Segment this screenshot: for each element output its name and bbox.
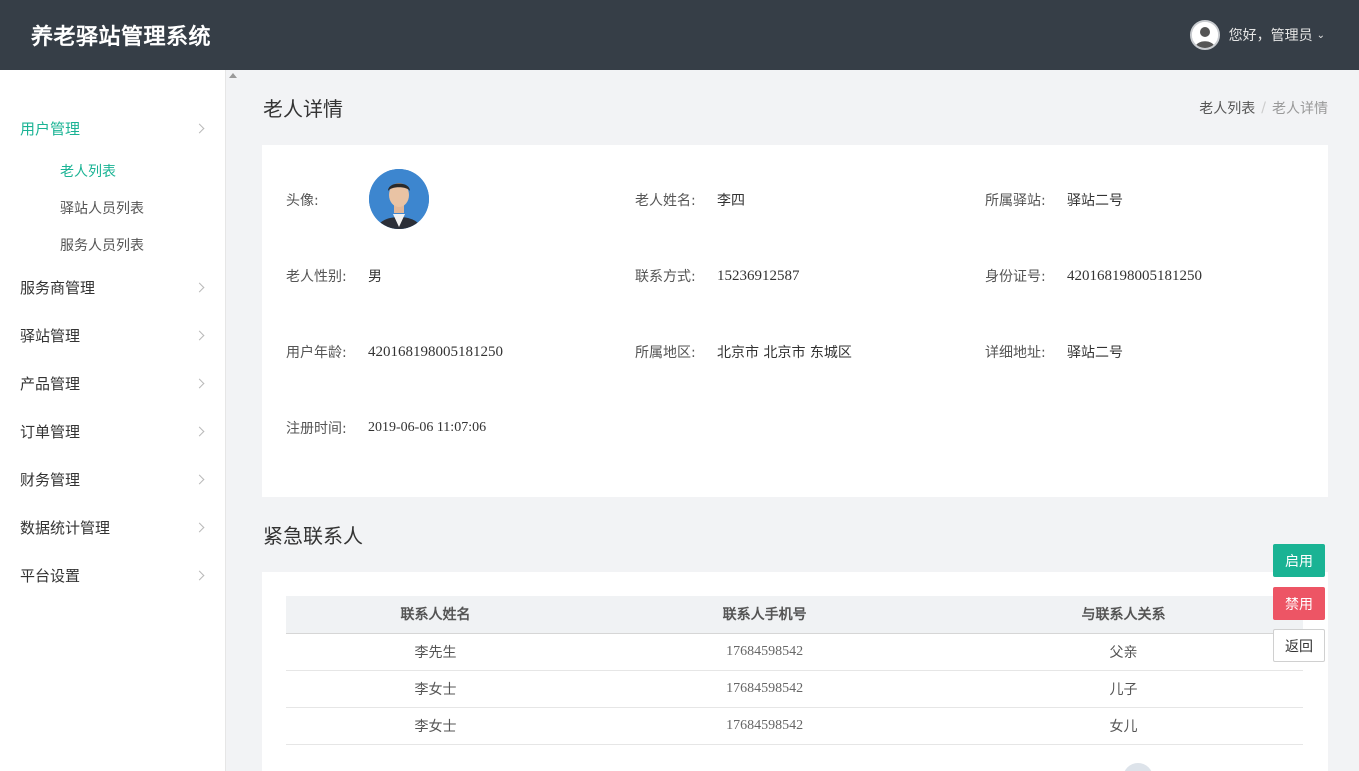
top-bar: 养老驿站管理系统 您好，管理员 ⌄ (0, 0, 1359, 70)
chevron-right-icon (194, 330, 205, 340)
phone-field: 联系方式: 15236912587 (635, 266, 800, 286)
id-number-value: 420168198005181250 (1067, 267, 1202, 284)
chevron-right-icon (194, 474, 205, 484)
gender-label: 老人性别: (286, 269, 347, 285)
sidebar: 用户管理 老人列表 驿站人员列表 服务人员列表 服务商管理 驿站管理 产品管理 … (0, 70, 226, 771)
chevron-right-icon (194, 378, 205, 388)
enable-button[interactable]: 启用 (1273, 544, 1325, 577)
column-header-contact-name: 联系人姓名 (286, 596, 586, 634)
sidebar-item-label: 数据统计管理 (20, 518, 111, 537)
contact-phone-cell: 17684598542 (585, 707, 945, 745)
elder-photo (369, 169, 429, 229)
chevron-right-icon (194, 570, 205, 580)
relationship-cell: 儿子 (944, 670, 1303, 708)
id-number-label: 身份证号: (985, 269, 1046, 285)
sidebar-item-provider-management[interactable]: 服务商管理 (20, 275, 206, 299)
contacts-card: 联系人姓名 联系人手机号 与联系人关系 李先生 17684598542 父亲 李… (262, 572, 1328, 771)
table-row: 李女士 17684598542 女儿 (286, 707, 1303, 745)
age-value: 420168198005181250 (368, 343, 503, 360)
relationship-cell: 父亲 (944, 633, 1303, 671)
disable-button[interactable]: 禁用 (1273, 587, 1325, 620)
sidebar-item-label: 用户管理 (20, 119, 81, 138)
id-number-field: 身份证号: 420168198005181250 (985, 266, 1202, 286)
table-row: 李先生 17684598542 父亲 (286, 633, 1303, 671)
table-header-row: 联系人姓名 联系人手机号 与联系人关系 (286, 596, 1303, 634)
station-label: 所属驿站: (985, 193, 1046, 209)
sidebar-subitem-service-staff-list[interactable]: 服务人员列表 (60, 235, 144, 255)
user-greeting: 您好，管理员 (1228, 28, 1313, 44)
sidebar-item-station-management[interactable]: 驿站管理 (20, 323, 206, 347)
contacts-table: 联系人姓名 联系人手机号 与联系人关系 李先生 17684598542 父亲 李… (286, 596, 1303, 745)
contact-name-cell: 李先生 (286, 633, 586, 671)
name-field: 老人姓名: 李四 (635, 190, 745, 210)
column-header-relationship: 与联系人关系 (944, 596, 1303, 634)
avatar-field: 头像: (286, 190, 319, 210)
sidebar-item-label: 平台设置 (20, 566, 81, 585)
sidebar-item-platform-settings[interactable]: 平台设置 (20, 563, 206, 587)
sidebar-item-label: 服务商管理 (20, 278, 96, 297)
breadcrumb-separator: / (1261, 100, 1266, 116)
name-label: 老人姓名: (635, 193, 696, 209)
chevron-right-icon (194, 123, 205, 133)
contact-phone-cell: 17684598542 (585, 670, 945, 708)
address-value: 驿站二号 (1067, 345, 1123, 361)
contact-name-cell: 李女士 (286, 670, 586, 708)
sidebar-item-finance-management[interactable]: 财务管理 (20, 467, 206, 491)
region-field: 所属地区: 北京市 北京市 东城区 (635, 342, 852, 362)
phone-label: 联系方式: (635, 269, 696, 285)
chevron-right-icon (194, 522, 205, 532)
gender-field: 老人性别: 男 (286, 266, 382, 286)
station-value: 驿站二号 (1067, 193, 1123, 209)
age-label: 用户年龄: (286, 345, 347, 361)
age-field: 用户年龄: 420168198005181250 (286, 342, 503, 362)
sidebar-item-label: 订单管理 (20, 422, 81, 441)
column-header-contact-phone: 联系人手机号 (585, 596, 945, 634)
sidebar-item-label: 驿站管理 (20, 326, 81, 345)
chevron-down-icon: ⌄ (1316, 29, 1325, 41)
app-title: 养老驿站管理系统 (31, 25, 212, 50)
user-avatar-icon (1189, 20, 1220, 50)
contact-phone-cell: 17684598542 (585, 633, 945, 671)
sidebar-subitem-elder-list[interactable]: 老人列表 (60, 161, 116, 181)
breadcrumb-current: 老人详情 (1272, 101, 1328, 117)
name-value: 李四 (717, 193, 745, 209)
sidebar-item-order-management[interactable]: 订单管理 (20, 419, 206, 443)
register-time-label: 注册时间: (286, 421, 347, 437)
sidebar-item-product-management[interactable]: 产品管理 (20, 371, 206, 395)
chevron-right-icon (194, 282, 205, 292)
sidebar-subitem-station-staff-list[interactable]: 驿站人员列表 (60, 198, 144, 218)
elder-detail-card: 头像: 老人姓名: 李四 所属驿站: 驿站二号 老人性别: 男 联系方式: 15… (262, 145, 1328, 497)
relationship-cell: 女儿 (944, 707, 1303, 745)
scroll-up-arrow-icon[interactable] (229, 73, 237, 78)
phone-value: 15236912587 (717, 267, 800, 284)
gender-value: 男 (368, 269, 382, 285)
page-title: 老人详情 (263, 97, 343, 121)
region-value: 北京市 北京市 东城区 (717, 345, 852, 361)
contact-name-cell: 李女士 (286, 707, 586, 745)
sidebar-item-user-management[interactable]: 用户管理 (20, 116, 206, 140)
breadcrumb: 老人列表 / 老人详情 (1199, 98, 1328, 118)
address-field: 详细地址: 驿站二号 (985, 342, 1123, 362)
region-label: 所属地区: (635, 345, 696, 361)
sidebar-item-label: 财务管理 (20, 470, 81, 489)
chevron-right-icon (194, 426, 205, 436)
contacts-section-title: 紧急联系人 (263, 524, 363, 548)
back-button[interactable]: 返回 (1273, 629, 1325, 662)
breadcrumb-link-elder-list[interactable]: 老人列表 (1199, 98, 1255, 118)
address-label: 详细地址: (985, 345, 1046, 361)
table-row: 李女士 17684598542 儿子 (286, 670, 1303, 708)
register-time-value: 2019-06-06 11:07:06 (368, 420, 487, 435)
register-time-field: 注册时间: 2019-06-06 11:07:06 (286, 418, 486, 438)
sidebar-item-statistics-management[interactable]: 数据统计管理 (20, 515, 206, 539)
sidebar-item-label: 产品管理 (20, 374, 81, 393)
station-field: 所属驿站: 驿站二号 (985, 190, 1123, 210)
avatar-label: 头像: (286, 193, 319, 209)
user-menu[interactable]: 您好，管理员 ⌄ (1189, 19, 1325, 51)
